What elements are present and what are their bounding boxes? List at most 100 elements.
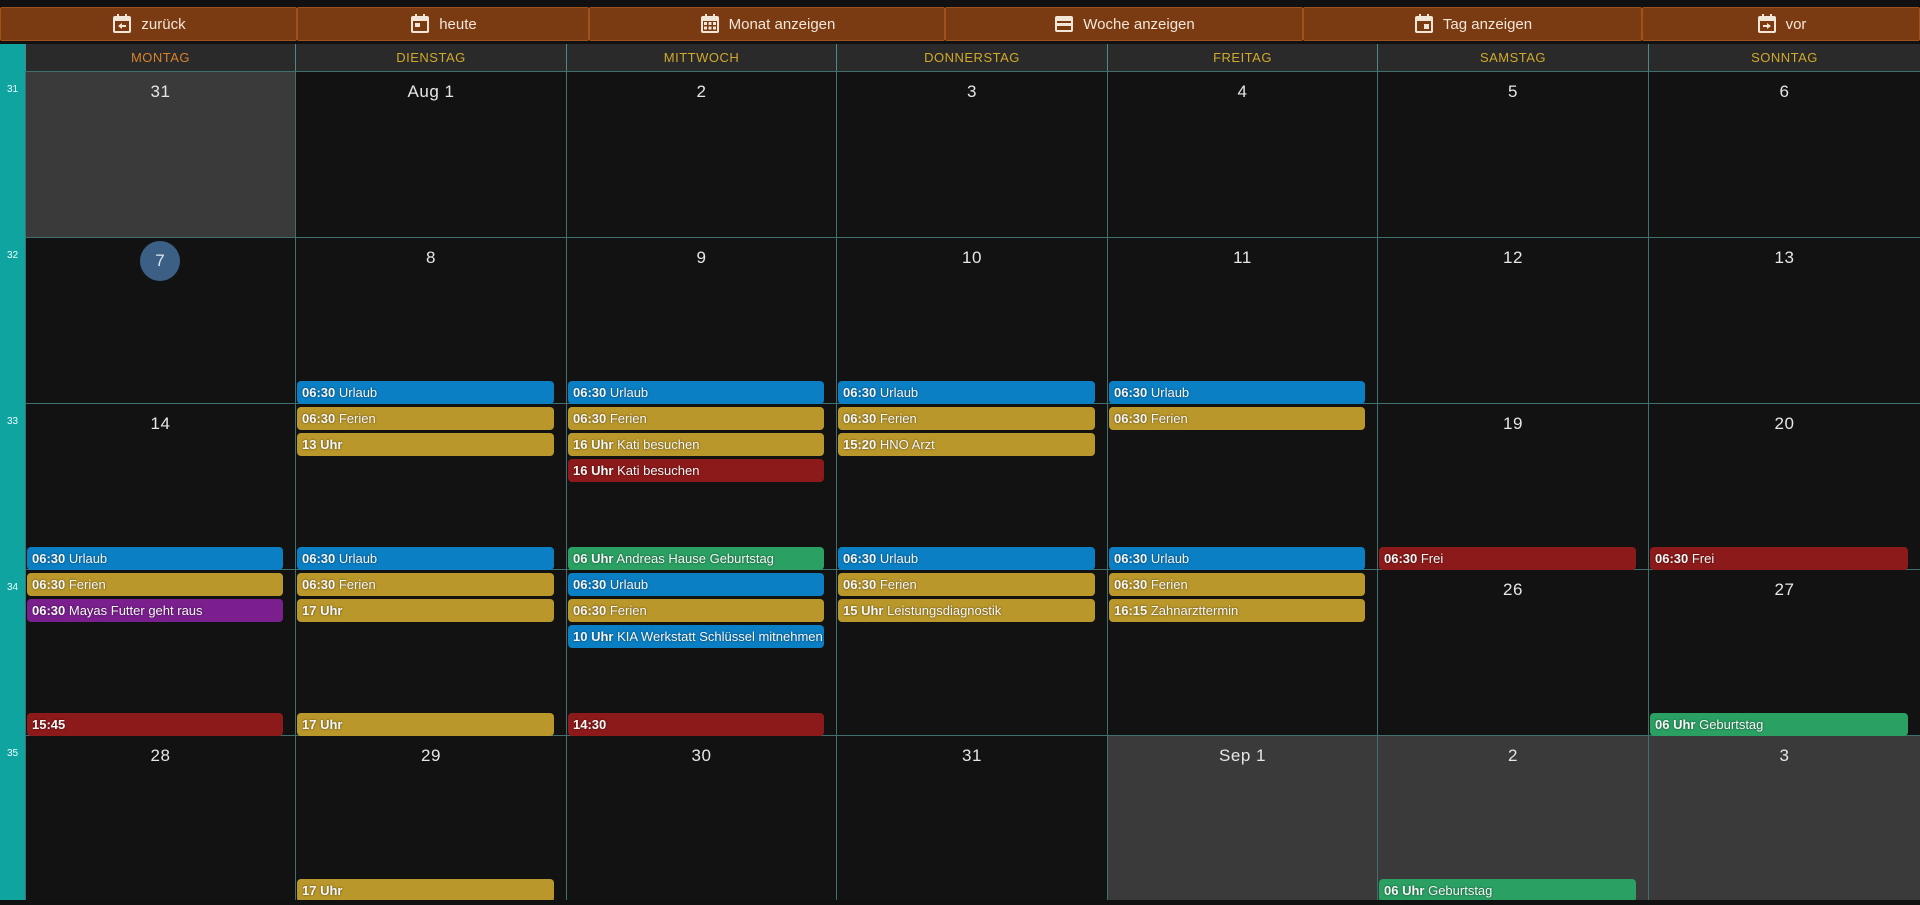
day-number[interactable]: 29 xyxy=(296,746,566,766)
day-number[interactable]: 12 xyxy=(1378,248,1648,268)
calendar-event[interactable]: 17 Uhr xyxy=(297,713,554,736)
calendar-event[interactable]: 06:30 Urlaub xyxy=(1109,381,1365,404)
day-number[interactable]: 20 xyxy=(1649,414,1920,434)
day-number[interactable]: 10 xyxy=(837,248,1107,268)
day-cell[interactable]: 13 xyxy=(1648,237,1920,403)
day-number[interactable]: 11 xyxy=(1108,248,1377,268)
day-number[interactable]: 3 xyxy=(837,82,1107,102)
calendar-event[interactable]: 16:15 Zahnarzttermin xyxy=(1109,599,1365,622)
day-number[interactable]: 28 xyxy=(26,746,295,766)
day-cell[interactable]: Aug 1 xyxy=(295,71,566,237)
calendar-event[interactable]: 06:30 Urlaub xyxy=(568,573,824,596)
calendar-event[interactable]: 13 Uhr xyxy=(297,433,554,456)
event-time: 06:30 xyxy=(302,385,336,400)
day-cell[interactable]: 5 xyxy=(1377,71,1648,237)
day-number[interactable]: 9 xyxy=(567,248,836,268)
calendar-event[interactable]: 06:30 Ferien xyxy=(297,407,554,430)
month-view-button[interactable]: Monat anzeigen xyxy=(589,7,945,41)
calendar-event[interactable]: 06:30 Ferien xyxy=(568,599,824,622)
calendar-event[interactable]: 06:30 Frei xyxy=(1650,547,1908,570)
back-button[interactable]: zurück xyxy=(0,7,297,41)
day-number[interactable]: 19 xyxy=(1378,414,1648,434)
day-cell[interactable]: 31 xyxy=(25,71,295,237)
day-cell[interactable]: 20 xyxy=(1648,403,1920,569)
calendar-event[interactable]: 06 Uhr Geburtstag xyxy=(1650,713,1908,736)
calendar-event[interactable]: 10 Uhr KIA Werkstatt Schlüssel mitnehmen xyxy=(568,625,824,648)
calendar-event[interactable]: 16 Uhr Kati besuchen xyxy=(568,459,824,482)
day-number[interactable]: 4 xyxy=(1108,82,1377,102)
day-number[interactable]: 31 xyxy=(26,82,295,102)
day-number[interactable]: Sep 1 xyxy=(1108,746,1377,766)
day-cell[interactable]: 26 xyxy=(1377,569,1648,735)
calendar-event[interactable]: 06:30 Urlaub xyxy=(297,547,554,570)
day-cell[interactable]: 9 xyxy=(566,237,836,403)
calendar-event[interactable]: 06 Uhr Andreas Hause Geburtstag xyxy=(568,547,824,570)
day-view-button[interactable]: Tag anzeigen xyxy=(1303,7,1642,41)
day-cell[interactable]: 30 xyxy=(566,735,836,900)
calendar-event[interactable]: 06:30 Ferien xyxy=(1109,573,1365,596)
back-button-label: zurück xyxy=(141,15,186,33)
calendar-event[interactable]: 15 Uhr Leistungsdiagnostik xyxy=(838,599,1095,622)
calendar-event[interactable]: 06:30 Frei xyxy=(1379,547,1636,570)
calendar-event[interactable]: 06:30 Ferien xyxy=(1109,407,1365,430)
day-number[interactable]: Aug 1 xyxy=(296,82,566,102)
next-button[interactable]: vor xyxy=(1642,7,1920,41)
day-number[interactable]: 27 xyxy=(1649,580,1920,600)
day-cell[interactable]: 10 xyxy=(836,237,1107,403)
day-cell[interactable]: 3 xyxy=(836,71,1107,237)
calendar-event[interactable]: 17 Uhr xyxy=(297,879,554,902)
event-time: 14:30 xyxy=(573,717,607,732)
calendar-event[interactable]: 15:20 HNO Arzt xyxy=(838,433,1095,456)
calendar-event[interactable]: 06:30 Urlaub xyxy=(568,381,824,404)
day-number[interactable]: 31 xyxy=(837,746,1107,766)
calendar-event[interactable]: 06:30 Urlaub xyxy=(27,547,283,570)
today-indicator[interactable]: 7 xyxy=(140,241,180,281)
day-number[interactable]: 13 xyxy=(1649,248,1920,268)
day-cell[interactable]: 31 xyxy=(836,735,1107,900)
event-time: 16:15 xyxy=(1114,603,1148,618)
day-number[interactable]: 14 xyxy=(26,414,295,434)
calendar-event[interactable]: 06 Uhr Geburtstag xyxy=(1379,879,1636,902)
calendar-event[interactable]: 17 Uhr xyxy=(297,599,554,622)
day-number[interactable]: 30 xyxy=(567,746,836,766)
day-cell[interactable]: 6 xyxy=(1648,71,1920,237)
event-time: 06 Uhr xyxy=(573,551,614,566)
day-cell[interactable]: 2 xyxy=(1377,735,1648,900)
calendar-event[interactable]: 16 Uhr Kati besuchen xyxy=(568,433,824,456)
day-cell[interactable]: 2 xyxy=(566,71,836,237)
day-number[interactable]: 3 xyxy=(1649,746,1920,766)
day-cell[interactable]: 4 xyxy=(1107,71,1377,237)
calendar-event[interactable]: 06:30 Ferien xyxy=(568,407,824,430)
today-button[interactable]: heute xyxy=(297,7,589,41)
calendar-event[interactable]: 06:30 Urlaub xyxy=(1109,547,1365,570)
day-number[interactable]: 2 xyxy=(567,82,836,102)
day-cell[interactable]: 27 xyxy=(1648,569,1920,735)
calendar-event[interactable]: 06:30 Mayas Futter geht raus xyxy=(27,599,283,622)
day-cell[interactable]: 19 xyxy=(1377,403,1648,569)
calendar-event[interactable]: 15:45 xyxy=(27,713,283,736)
calendar-event[interactable]: 06:30 Ferien xyxy=(838,407,1095,430)
day-number[interactable]: 26 xyxy=(1378,580,1648,600)
day-cell[interactable]: 11 xyxy=(1107,237,1377,403)
day-number[interactable]: 5 xyxy=(1378,82,1648,102)
event-time: 13 Uhr xyxy=(302,437,343,452)
day-cell[interactable]: 29 xyxy=(295,735,566,900)
calendar-event[interactable]: 06:30 Urlaub xyxy=(838,547,1095,570)
day-number[interactable]: 8 xyxy=(296,248,566,268)
calendar-event[interactable]: 06:30 Urlaub xyxy=(838,381,1095,404)
calendar-event[interactable]: 06:30 Ferien xyxy=(27,573,283,596)
day-number[interactable]: 2 xyxy=(1378,746,1648,766)
day-cell[interactable]: 12 xyxy=(1377,237,1648,403)
day-cell[interactable]: 28 xyxy=(25,735,295,900)
day-cell[interactable]: 8 xyxy=(295,237,566,403)
day-cell[interactable]: 14 xyxy=(25,403,295,569)
calendar-event[interactable]: 14:30 xyxy=(568,713,824,736)
day-cell[interactable]: Sep 1 xyxy=(1107,735,1377,900)
day-cell[interactable]: 3 xyxy=(1648,735,1920,900)
calendar-event[interactable]: 06:30 Ferien xyxy=(838,573,1095,596)
weekday-header-1: DIENSTAG xyxy=(295,44,566,71)
week-view-button[interactable]: Woche anzeigen xyxy=(945,7,1303,41)
calendar-event[interactable]: 06:30 Urlaub xyxy=(297,381,554,404)
day-number[interactable]: 6 xyxy=(1649,82,1920,102)
calendar-event[interactable]: 06:30 Ferien xyxy=(297,573,554,596)
